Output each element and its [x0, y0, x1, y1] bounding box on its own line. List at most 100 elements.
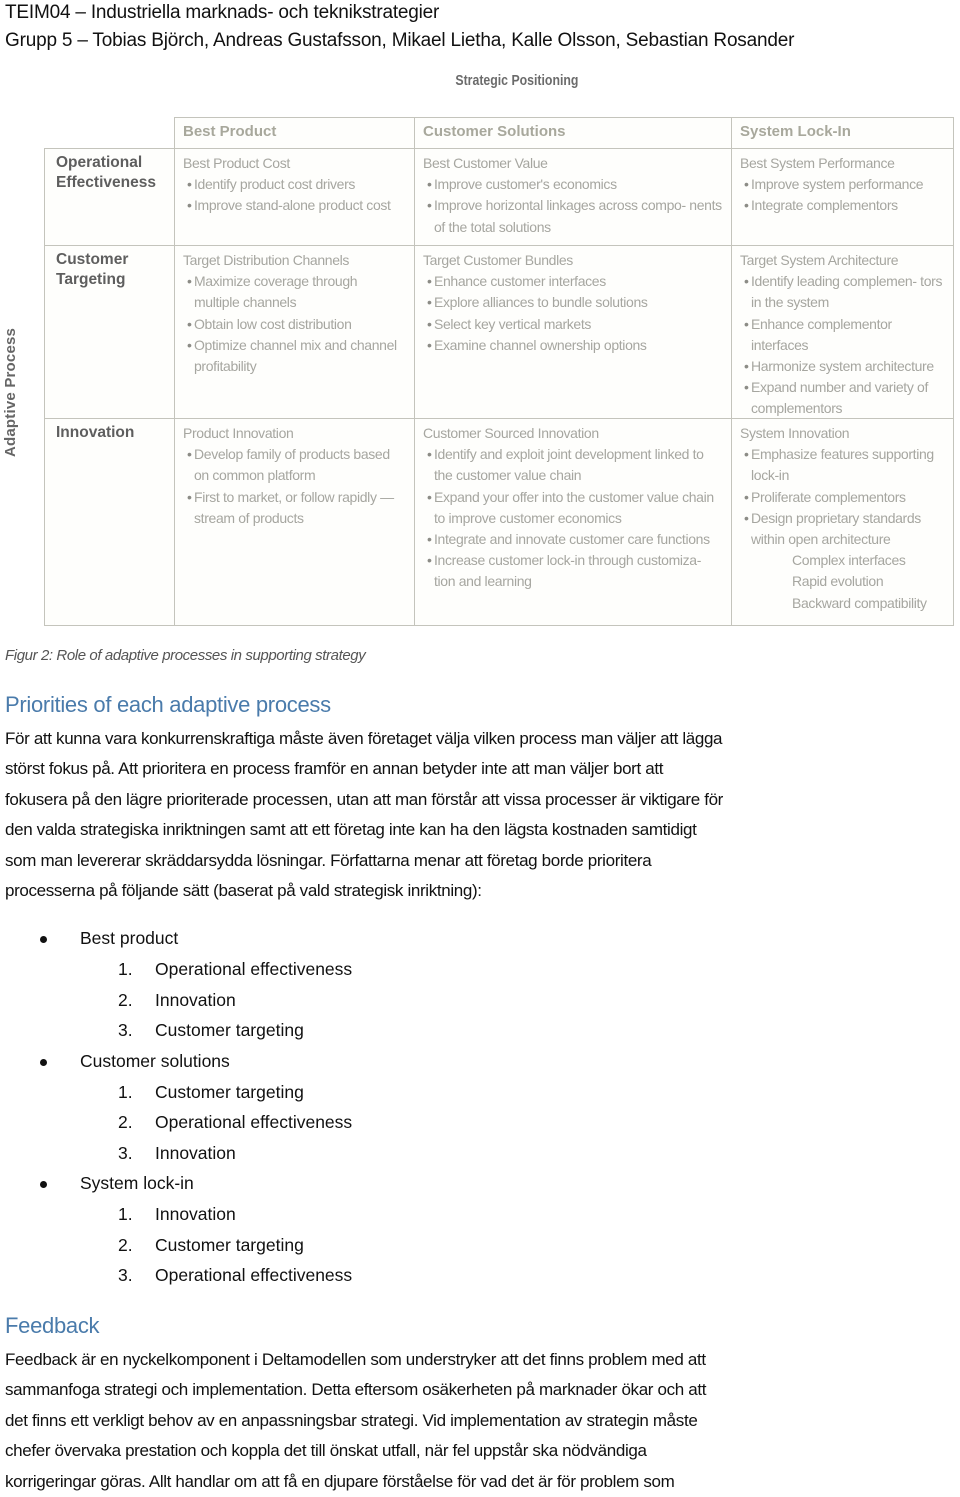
- priority-item-label: Customer targeting: [155, 1081, 304, 1102]
- cell-item-text: Maximize coverage through multiple chann…: [194, 273, 358, 311]
- cell-bullet-item: • Expand your offer into the customer val…: [423, 487, 723, 529]
- cell-item-text: Optimize channel mix and channel profita…: [194, 336, 397, 375]
- row-header-customer-targeting: Customer Targeting: [44, 245, 175, 419]
- cell-bullet-item: • Integrate and innovate customer care fu…: [423, 529, 723, 550]
- paragraph-line: det finns ett verkligt behov av en anpas…: [5, 1410, 698, 1430]
- figure-caption: Figur 2: Role of adaptive processes in s…: [5, 647, 366, 664]
- priority-group-label: Customer solutions: [80, 1050, 230, 1071]
- row-header-innovation: Innovation: [44, 418, 175, 626]
- cell-title: Product Innovation: [183, 425, 294, 441]
- item-number: 3.: [118, 1265, 133, 1285]
- cell-subitem: Backward compatibility: [792, 594, 927, 611]
- bullet-icon: •: [427, 552, 432, 569]
- cell-item-text: Integrate and innovate customer care fun…: [434, 531, 710, 548]
- cell-bullet-item: • Enhance complementor interfaces: [740, 314, 945, 356]
- item-number: 1.: [118, 1081, 133, 1102]
- bullet-icon: •: [744, 509, 749, 526]
- bullet-icon: •: [187, 488, 192, 505]
- cell-bullet-item: • Explore alliances to bundle solutions: [423, 292, 723, 313]
- cell-item-text: Integrate complementors: [751, 197, 898, 214]
- cell-item-text: Expand your offer into the customer valu…: [434, 488, 714, 526]
- cell-item-text: Harmonize system architecture: [751, 358, 934, 375]
- priority-item: 3. Customer targeting: [0, 1016, 600, 1047]
- matrix-cell: Best System Performance • Improve system p…: [731, 148, 954, 246]
- priority-group-label: Best product: [80, 928, 179, 948]
- cell-bullet-item: • Design proprietary standards within ope…: [740, 508, 945, 550]
- cell-item-text: Expand number and variety of complemento…: [751, 379, 928, 417]
- cell-bullet-item: • Develop family of products based on com…: [183, 444, 406, 486]
- matrix-cell: Target Customer Bundles • Enhance customer…: [414, 245, 732, 419]
- bullet-icon: [40, 1058, 47, 1066]
- priority-item-label: Customer targeting: [155, 1234, 304, 1255]
- cell-bullet-item: • Identify leading complemen- tors in the…: [740, 271, 945, 313]
- paragraph-line: chefer övervaka prestation och koppla de…: [5, 1441, 647, 1461]
- bullet-icon: •: [187, 197, 192, 214]
- item-number: 3.: [118, 1142, 133, 1163]
- item-number: 2.: [118, 1112, 133, 1132]
- cell-item-text: Improve stand-alone product cost: [194, 197, 391, 214]
- priority-group-system-lock-in: System lock-in: [0, 1169, 600, 1200]
- cell-bullet-item: • Emphasize features supporting lock-in: [740, 444, 945, 486]
- cell-item-text: Emphasize features supporting lock-in: [751, 446, 934, 484]
- paragraph-line: För att kunna vara konkurrenskraftiga må…: [5, 729, 723, 748]
- item-number: 2.: [118, 989, 133, 1010]
- matrix-cell: Customer Sourced Innovation • Identify and…: [414, 418, 732, 626]
- cell-item-text: Proliferate complementors: [751, 488, 906, 505]
- bullet-icon: •: [427, 446, 432, 463]
- row-header-line: Targeting: [56, 271, 126, 288]
- cell-bullet-item: • Maximize coverage through multiple chan…: [183, 271, 406, 313]
- bullet-icon: •: [427, 488, 432, 505]
- row-header-operational-effectiveness: Operational Effectiveness: [44, 148, 175, 246]
- paragraph-line: sammanfoga strategi och implementation. …: [5, 1380, 707, 1400]
- cell-item-text: Develop family of products based on comm…: [194, 446, 390, 484]
- cell-item-text: Improve system performance: [751, 176, 924, 193]
- priority-item-label: Customer targeting: [155, 1020, 304, 1040]
- bullet-icon: •: [187, 336, 192, 353]
- cell-item-text: Increase customer lock-in through custom…: [434, 552, 702, 590]
- document-header-course: TEIM04 – Industriella marknads- och tekn…: [5, 2, 440, 23]
- priorities-list: Best product 1. Operational effectiveness…: [0, 924, 600, 1292]
- cell-item-text: Enhance complementor interfaces: [751, 315, 892, 353]
- priority-item: 1. Customer targeting: [0, 1078, 600, 1109]
- cell-title: Customer Sourced Innovation: [423, 425, 599, 441]
- bullet-icon: •: [187, 273, 192, 290]
- cell-item-text: Identify leading complemen- tors in the …: [751, 273, 943, 311]
- priority-item: 3. Operational effectiveness: [0, 1261, 600, 1292]
- cell-bullet-item: • Select key vertical markets: [423, 314, 723, 335]
- priority-group-customer-solutions: Customer solutions: [0, 1047, 600, 1078]
- cell-bullet-item: • First to market, or follow rapidly — st…: [183, 487, 406, 529]
- item-number: 1.: [118, 959, 133, 979]
- cell-title: Best System Performance: [740, 155, 895, 171]
- bullet-icon: •: [744, 197, 749, 214]
- cell-item-text: Explore alliances to bundle solutions: [434, 294, 648, 311]
- bullet-icon: •: [427, 273, 432, 290]
- cell-item-text: First to market, or follow rapidly — str…: [194, 488, 394, 526]
- bullet-icon: •: [427, 531, 432, 548]
- cell-bullet-item: • Harmonize system architecture: [740, 356, 945, 377]
- column-header-customer-solutions: Customer Solutions: [414, 117, 732, 149]
- section-heading-feedback: Feedback: [5, 1313, 100, 1338]
- bullet-icon: •: [427, 336, 432, 353]
- priority-item: 1. Operational effectiveness: [0, 955, 600, 986]
- paragraph-feedback: Feedback är en nyckelkomponent i Deltamo…: [5, 1345, 955, 1497]
- cell-bullet-item: • Identify product cost drivers: [183, 174, 406, 195]
- priority-item: 2. Innovation: [0, 986, 600, 1017]
- strategy-matrix: Best Product Customer Solutions System Loc…: [44, 117, 954, 626]
- bullet-icon: •: [427, 176, 432, 193]
- cell-bullet-item: • Increase customer lock-in through custo…: [423, 550, 723, 592]
- matrix-cell: Target Distribution Channels • Maximize co…: [174, 245, 415, 419]
- paragraph-line: den valda strategiska inriktningen samt …: [5, 820, 697, 840]
- column-header-best-product: Best Product: [174, 117, 415, 149]
- bullet-icon: [40, 936, 47, 943]
- figure-side-label: Adaptive Process: [2, 327, 19, 457]
- cell-title: Target Distribution Channels: [183, 252, 350, 268]
- cell-bullet-item: • Integrate complementors: [740, 195, 945, 216]
- cell-item-text: Identify product cost drivers: [194, 176, 356, 193]
- cell-bullet-item: • Improve stand-alone product cost: [183, 195, 406, 216]
- bullet-icon: •: [744, 315, 749, 332]
- bullet-icon: •: [187, 446, 192, 463]
- row-header-line: Innovation: [56, 424, 135, 441]
- priority-group-label: System lock-in: [80, 1173, 194, 1193]
- row-header-line: Effectiveness: [56, 174, 156, 191]
- cell-title: Target System Architecture: [740, 252, 899, 268]
